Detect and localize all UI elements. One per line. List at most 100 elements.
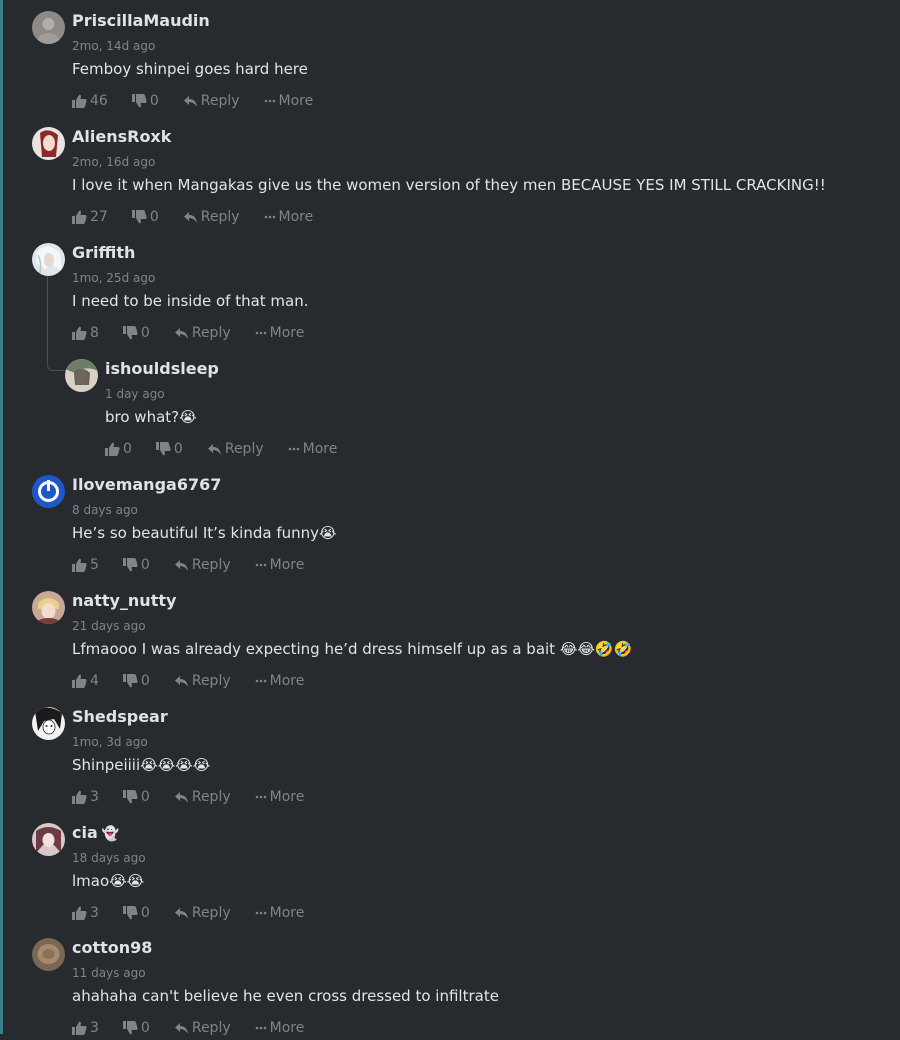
- like-button[interactable]: 46: [72, 93, 108, 109]
- reply-label: Reply: [191, 557, 231, 573]
- dislike-button[interactable]: 0: [122, 557, 150, 573]
- reply-arrow-icon: [174, 327, 189, 340]
- avatar[interactable]: [32, 475, 65, 508]
- like-button[interactable]: 4: [72, 673, 99, 689]
- comment-actions: 4 0 Reply More: [72, 672, 328, 690]
- timestamp: 21 days ago: [72, 619, 146, 633]
- reply-button[interactable]: Reply: [183, 93, 240, 109]
- reply-comment: ishouldsleep 1 day ago bro what?😭 0 0 Re…: [65, 351, 880, 461]
- more-label: More: [278, 93, 314, 109]
- like-count: 3: [90, 905, 99, 921]
- like-button[interactable]: 27: [72, 209, 108, 225]
- comment-text: I love it when Mangakas give us the wome…: [72, 176, 826, 194]
- like-count: 4: [90, 673, 99, 689]
- thumbs-down-icon: [131, 94, 147, 108]
- dislike-button[interactable]: 0: [155, 441, 183, 457]
- timestamp: 8 days ago: [72, 503, 138, 517]
- like-count: 3: [90, 789, 99, 805]
- like-button[interactable]: 3: [72, 905, 99, 921]
- thumbs-up-icon: [72, 558, 87, 572]
- username[interactable]: cotton98: [72, 938, 152, 957]
- username[interactable]: cia 👻: [72, 823, 119, 842]
- username[interactable]: natty_nutty: [72, 591, 176, 610]
- more-button[interactable]: More: [255, 673, 304, 689]
- more-button[interactable]: More: [255, 789, 305, 805]
- comment-text: Lfmaooo I was already expecting he’d dre…: [72, 640, 633, 658]
- ellipsis-icon: [255, 911, 267, 915]
- comment-actions: 46 0 Reply More: [72, 92, 337, 110]
- reply-button[interactable]: Reply: [174, 557, 231, 573]
- more-button[interactable]: More: [264, 209, 313, 225]
- reply-button[interactable]: Reply: [174, 905, 231, 921]
- dislike-button[interactable]: 0: [131, 93, 159, 109]
- comment-actions: 0 0 Reply More: [105, 440, 361, 458]
- dislike-button[interactable]: 0: [131, 209, 159, 225]
- ellipsis-icon: [255, 331, 267, 335]
- comment: PriscillaMaudin 2mo, 14d ago Femboy shin…: [32, 3, 880, 113]
- ellipsis-icon: [288, 447, 300, 451]
- reply-button[interactable]: Reply: [207, 441, 264, 457]
- dislike-count: 0: [173, 441, 183, 457]
- like-button[interactable]: 3: [72, 789, 99, 805]
- username-text: cia: [72, 823, 98, 842]
- more-label: More: [302, 441, 338, 457]
- like-button[interactable]: 5: [72, 557, 99, 573]
- more-label: More: [269, 789, 305, 805]
- dislike-button[interactable]: 0: [122, 789, 150, 805]
- thumbs-down-icon: [122, 558, 138, 572]
- timestamp: 2mo, 16d ago: [72, 155, 156, 169]
- ellipsis-icon: [255, 795, 267, 799]
- comment: AliensRoxk 2mo, 16d ago I love it when M…: [32, 119, 880, 229]
- username[interactable]: PriscillaMaudin: [72, 11, 210, 30]
- comment: cotton98 11 days ago ahahaha can't belie…: [32, 930, 880, 1040]
- ellipsis-icon: [264, 99, 276, 103]
- username[interactable]: ishouldsleep: [105, 359, 219, 378]
- comment-actions: 3 0 Reply More: [72, 904, 328, 922]
- more-button[interactable]: More: [264, 93, 314, 109]
- comment-text: He’s so beautiful It’s kinda funny😭: [72, 524, 337, 542]
- reply-label: Reply: [191, 905, 231, 921]
- timestamp: 11 days ago: [72, 966, 146, 980]
- comment-text: ahahaha can't believe he even cross dres…: [72, 987, 499, 1005]
- reply-arrow-icon: [174, 1022, 189, 1035]
- username[interactable]: Shedspear: [72, 707, 168, 726]
- avatar[interactable]: [32, 243, 65, 276]
- ellipsis-icon: [255, 679, 267, 683]
- like-count: 0: [123, 441, 132, 457]
- like-count: 8: [90, 325, 99, 341]
- avatar[interactable]: [32, 591, 65, 624]
- more-button[interactable]: More: [255, 905, 304, 921]
- more-label: More: [269, 557, 305, 573]
- like-button[interactable]: 0: [105, 441, 132, 457]
- reply-button[interactable]: Reply: [174, 789, 231, 805]
- more-button[interactable]: More: [255, 325, 304, 341]
- username[interactable]: Griffith: [72, 243, 135, 262]
- avatar[interactable]: [65, 359, 98, 392]
- dislike-button[interactable]: 0: [122, 905, 150, 921]
- avatar[interactable]: [32, 707, 65, 740]
- dislike-button[interactable]: 0: [122, 673, 150, 689]
- thumbs-down-icon: [122, 1021, 138, 1035]
- avatar[interactable]: [32, 11, 65, 44]
- dislike-count: 0: [149, 209, 159, 225]
- avatar[interactable]: [32, 938, 65, 971]
- avatar[interactable]: [32, 127, 65, 160]
- more-button[interactable]: More: [255, 557, 305, 573]
- reply-label: Reply: [191, 673, 231, 689]
- reply-label: Reply: [200, 93, 240, 109]
- username[interactable]: Ilovemanga6767: [72, 475, 221, 494]
- reply-button[interactable]: Reply: [174, 673, 231, 689]
- comment-actions: 5 0 Reply More: [72, 556, 328, 574]
- comment-actions: 3 0 Reply More: [72, 1019, 328, 1037]
- more-button[interactable]: More: [288, 441, 338, 457]
- thumbs-down-icon: [155, 442, 171, 456]
- avatar[interactable]: [32, 823, 65, 856]
- thumbs-down-icon: [122, 326, 138, 340]
- reply-button[interactable]: Reply: [183, 209, 240, 225]
- thumbs-up-icon: [72, 210, 87, 224]
- dislike-button[interactable]: 0: [122, 325, 150, 341]
- timestamp: 1 day ago: [105, 387, 165, 401]
- reply-button[interactable]: Reply: [174, 325, 231, 341]
- username[interactable]: AliensRoxk: [72, 127, 171, 146]
- like-button[interactable]: 8: [72, 325, 99, 341]
